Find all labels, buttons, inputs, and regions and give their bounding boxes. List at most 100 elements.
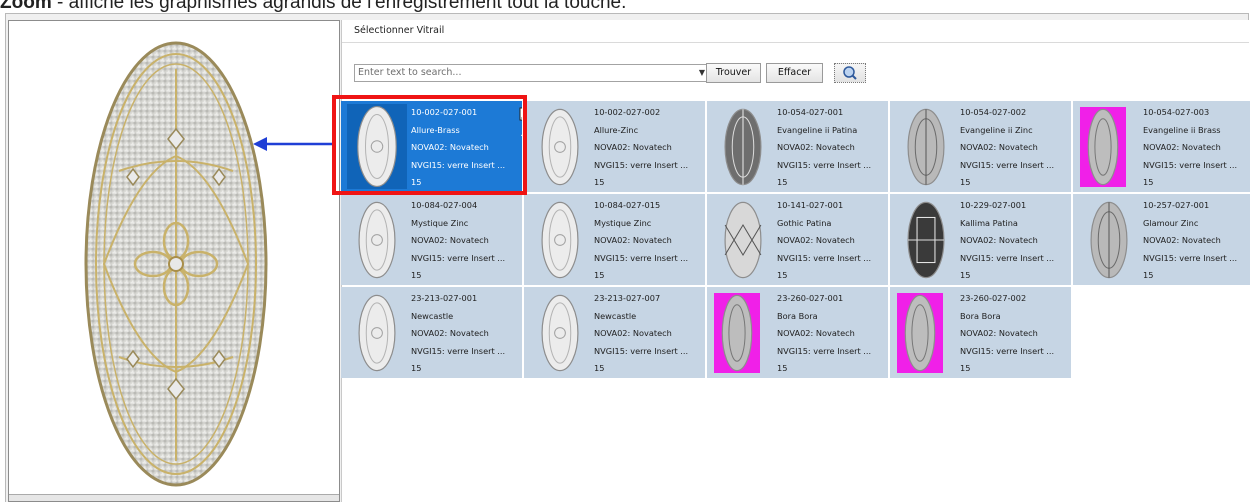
glass-item[interactable]: 10-002-027-002 Allure-Zinc NOVA02: Novatec… [524,101,705,192]
glass-thumbnail [532,107,588,187]
glass-item-qty: 15 [960,363,971,373]
glass-item-supplier: NOVA02: Novatech [777,328,855,338]
glass-item-name: Evangeline ii Brass [1143,124,1221,135]
glass-thumbnail [898,200,954,280]
glass-item[interactable]: 23-213-027-007 Newcastle NOVA02: Novatech N… [524,287,705,378]
pointer-arrow [253,137,333,151]
glass-item-text: 23-213-027-007 Newcastle NOVA02: Novatech N… [594,290,702,378]
glass-item-category: NVGI15: verre Insert ... [594,345,689,356]
instruction-caption: Zoom - affiche les graphismes agrandis d… [0,0,627,13]
glass-item-category: NVGI15: verre Insert ... [960,252,1055,263]
glass-item-name: Allure-Zinc [594,124,639,135]
glass-item-text: 10-084-027-015 Mystique Zinc NOVA02: Novat… [594,197,702,285]
glass-item-text: 10-257-027-001 Glamour Zinc NOVA02: Novate… [1143,197,1250,285]
glass-item-category: NVGI15: verre Insert ... [1143,252,1238,263]
zoom-button[interactable] [834,63,866,83]
glass-item-qty: 15 [594,363,605,373]
glass-insert-preview-image [84,41,268,487]
glass-item[interactable]: 10-054-027-002 Evangeline ii Zinc NOVA02: … [890,101,1071,192]
glass-item[interactable]: 10-054-027-003 Evangeline ii Brass NOVA02:… [1073,101,1250,192]
glass-item-code: 10-002-027-002 [594,107,661,117]
glass-item[interactable]: 10-257-027-001 Glamour Zinc NOVA02: Novate… [1073,194,1250,285]
glass-item-category: NVGI15: verre Insert ... [777,159,872,170]
glass-thumbnail [715,200,771,280]
glass-item-code: 23-260-027-001 [777,293,844,303]
glass-item-category: NVGI15: verre Insert ... [777,345,872,356]
glass-item-supplier: NOVA02: Novatech [594,328,672,338]
glass-item-text: 10-229-027-001 Kallima Patina NOVA02: Nova… [960,197,1068,285]
glass-item-supplier: NOVA02: Novatech [777,235,855,245]
glass-item-name: Glamour Zinc [1143,217,1199,228]
glass-item-supplier: NOVA02: Novatech [777,142,855,152]
glass-item-supplier: NOVA02: Novatech [1143,142,1221,152]
glass-item-category: NVGI15: verre Insert ... [1143,159,1238,170]
glass-item-code: 10-257-027-001 [1143,200,1210,210]
glass-item-text: 23-213-027-001 Newcastle NOVA02: Novatech N… [411,290,519,378]
glass-item-category: NVGI15: verre Insert ... [411,252,506,263]
glass-item[interactable]: 10-141-027-001 Gothic Patina NOVA02: Novat… [707,194,888,285]
glass-item-category: NVGI15: verre Insert ... [411,345,506,356]
glass-thumbnail [1081,200,1137,280]
zoom-preview [8,20,340,502]
glass-item-category: NVGI15: verre Insert ... [594,252,689,263]
glass-item-supplier: NOVA02: Novatech [411,328,489,338]
glass-item-text: 10-054-027-002 Evangeline ii Zinc NOVA02: … [960,104,1068,192]
glass-item-code: 23-213-027-001 [411,293,478,303]
glass-item-supplier: NOVA02: Novatech [1143,235,1221,245]
glass-item-code: 10-084-027-004 [411,200,478,210]
glass-item-code: 23-213-027-007 [594,293,661,303]
glass-item-name: Newcastle [594,310,637,321]
glass-item-name: Evangeline ii Patina [777,124,858,135]
find-button[interactable]: Trouver [706,63,761,83]
divider [342,42,1249,43]
glass-item-category: NVGI15: verre Insert ... [777,252,872,263]
glass-thumbnail [349,293,405,373]
glass-thumbnail [898,107,954,187]
glass-item[interactable]: 23-260-027-001 Bora Bora NOVA02: Novatech N… [707,287,888,378]
glass-item-name: Newcastle [411,310,454,321]
glass-item-code: 10-054-027-001 [777,107,844,117]
glass-item[interactable]: 10-054-027-001 Evangeline ii Patina NOVA02… [707,101,888,192]
glass-item-supplier: NOVA02: Novatech [594,142,672,152]
search-placeholder: Enter text to search... [358,67,462,78]
glass-item[interactable]: 10-084-027-015 Mystique Zinc NOVA02: Novat… [524,194,705,285]
glass-item-supplier: NOVA02: Novatech [411,235,489,245]
glass-item-name: Bora Bora [777,310,818,321]
glass-item-name: Bora Bora [960,310,1001,321]
glass-item[interactable]: 10-084-027-004 Mystique Zinc NOVA02: Novat… [341,194,522,285]
glass-thumbnail [532,200,588,280]
search-input[interactable]: Enter text to search... ▼ [354,64,710,82]
glass-item-qty: 15 [777,270,788,280]
glass-item-code: 10-084-027-015 [594,200,661,210]
glass-item-code: 10-054-027-003 [1143,107,1210,117]
glass-item-qty: 15 [960,270,971,280]
glass-thumbnail [1080,107,1126,187]
glass-thumbnail [532,293,588,373]
glass-item[interactable]: 23-213-027-001 Newcastle NOVA02: Novatech N… [341,287,522,378]
glass-item-qty: 15 [594,177,605,187]
glass-item-qty: 15 [1143,270,1154,280]
glass-item-text: 10-084-027-004 Mystique Zinc NOVA02: Novat… [411,197,519,285]
glass-item-category: NVGI15: verre Insert ... [594,159,689,170]
glass-item-code: 10-229-027-001 [960,200,1027,210]
glass-item-text: 10-141-027-001 Gothic Patina NOVA02: Novat… [777,197,885,285]
glass-item-qty: 15 [777,177,788,187]
glass-thumbnail [715,107,771,187]
glass-item-name: Gothic Patina [777,217,832,228]
glass-item[interactable]: 23-260-027-002 Bora Bora NOVA02: Novatech N… [890,287,1071,378]
glass-item[interactable]: 10-229-027-001 Kallima Patina NOVA02: Nova… [890,194,1071,285]
glass-thumbnail [714,293,760,373]
glass-item-supplier: NOVA02: Novatech [960,142,1038,152]
glass-item-supplier: NOVA02: Novatech [594,235,672,245]
glass-item-supplier: NOVA02: Novatech [960,328,1038,338]
glass-item-category: NVGI15: verre Insert ... [960,345,1055,356]
glass-item-text: 10-054-027-003 Evangeline ii Brass NOVA02:… [1143,104,1250,192]
glass-item-supplier: NOVA02: Novatech [960,235,1038,245]
glass-item-name: Mystique Zinc [411,217,469,228]
glass-item-text: 23-260-027-002 Bora Bora NOVA02: Novatech N… [960,290,1068,378]
glass-item-qty: 15 [1143,177,1154,187]
glass-item-qty: 15 [411,270,422,280]
glass-item-name: Kallima Patina [960,217,1018,228]
clear-button[interactable]: Effacer [766,63,823,83]
glass-thumbnail [897,293,943,373]
